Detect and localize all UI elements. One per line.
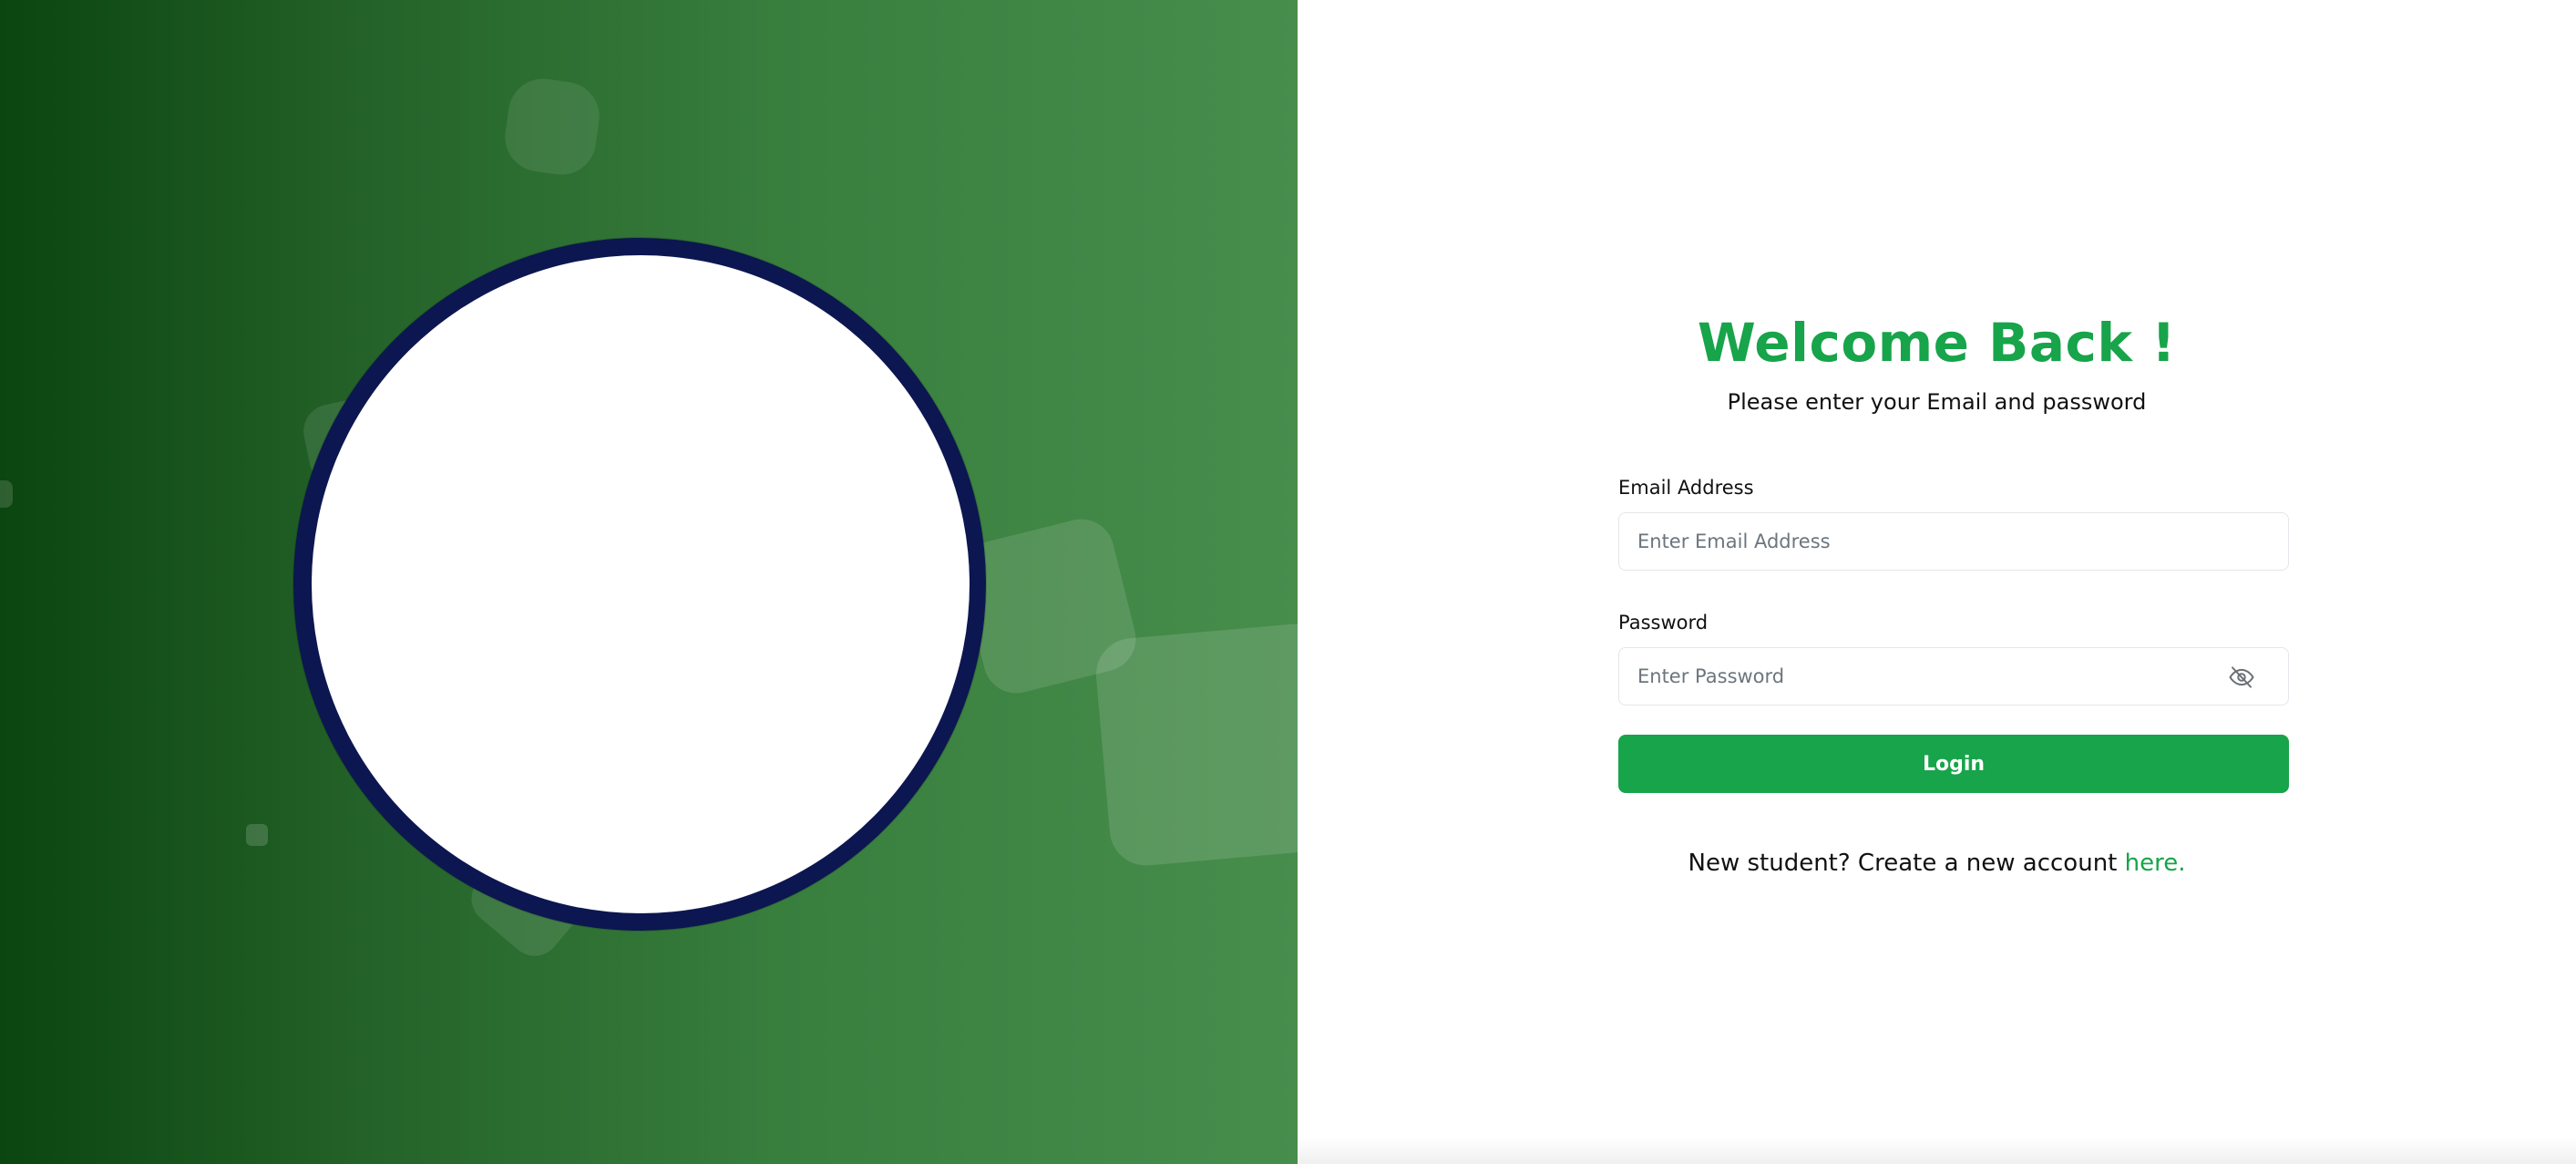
eye-off-icon[interactable] — [2228, 664, 2255, 691]
email-label: Email Address — [1618, 477, 1754, 499]
login-page: Welcome Back ! Please enter your Email a… — [0, 0, 2576, 1164]
password-field-wrapper — [1618, 647, 2289, 706]
logo — [312, 255, 970, 913]
signup-link[interactable]: here. — [2125, 850, 2186, 877]
decorative-square — [1093, 621, 1298, 869]
page-title: Welcome Back ! — [1697, 312, 2177, 374]
login-form: Email Address Password Login — [1618, 474, 2289, 793]
decorative-square — [0, 480, 13, 508]
email-field[interactable] — [1619, 513, 2288, 570]
bottom-fade — [1298, 1137, 2576, 1164]
decorative-square — [500, 74, 604, 180]
password-label: Password — [1618, 612, 1709, 634]
login-button[interactable]: Login — [1618, 735, 2289, 793]
page-subtitle: Please enter your Email and password — [1727, 389, 2147, 415]
password-field[interactable] — [1619, 648, 2288, 705]
email-field-wrapper — [1618, 512, 2289, 571]
branding-panel — [0, 0, 1298, 1164]
signup-prompt: New student? Create a new account here. — [1298, 848, 2576, 879]
decorative-square — [246, 824, 268, 846]
login-panel: Welcome Back ! Please enter your Email a… — [1298, 0, 2576, 1164]
signup-text: New student? Create a new account — [1688, 850, 2125, 877]
